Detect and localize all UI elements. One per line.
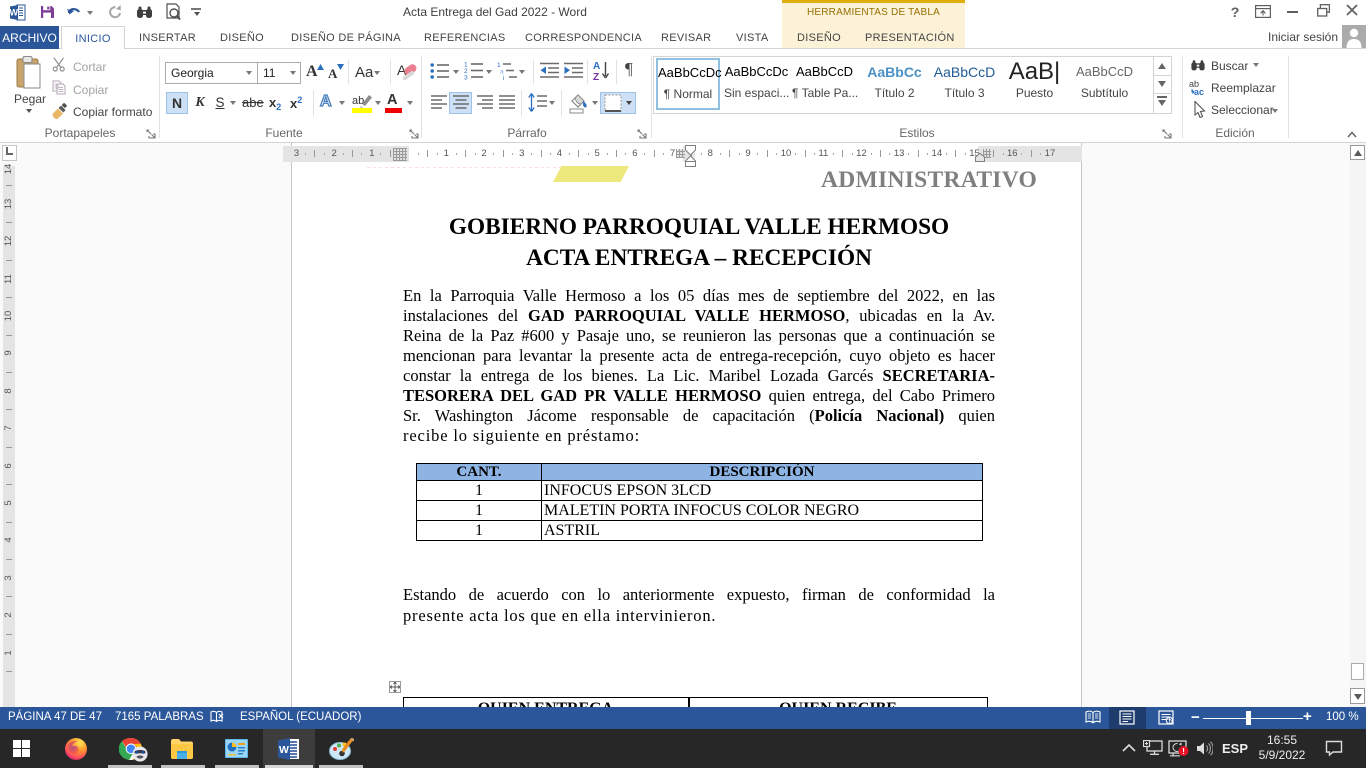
svg-text:!: ! — [1182, 746, 1185, 756]
svg-text:i: i — [503, 75, 504, 80]
svg-text:W: W — [279, 744, 289, 756]
svg-text:A: A — [593, 61, 600, 72]
svg-text:W: W — [9, 8, 18, 18]
svg-text:ab: ab — [352, 95, 364, 107]
svg-text:Z: Z — [593, 72, 599, 81]
svg-text:ac: ac — [1194, 87, 1204, 96]
svg-text:3: 3 — [464, 75, 468, 81]
